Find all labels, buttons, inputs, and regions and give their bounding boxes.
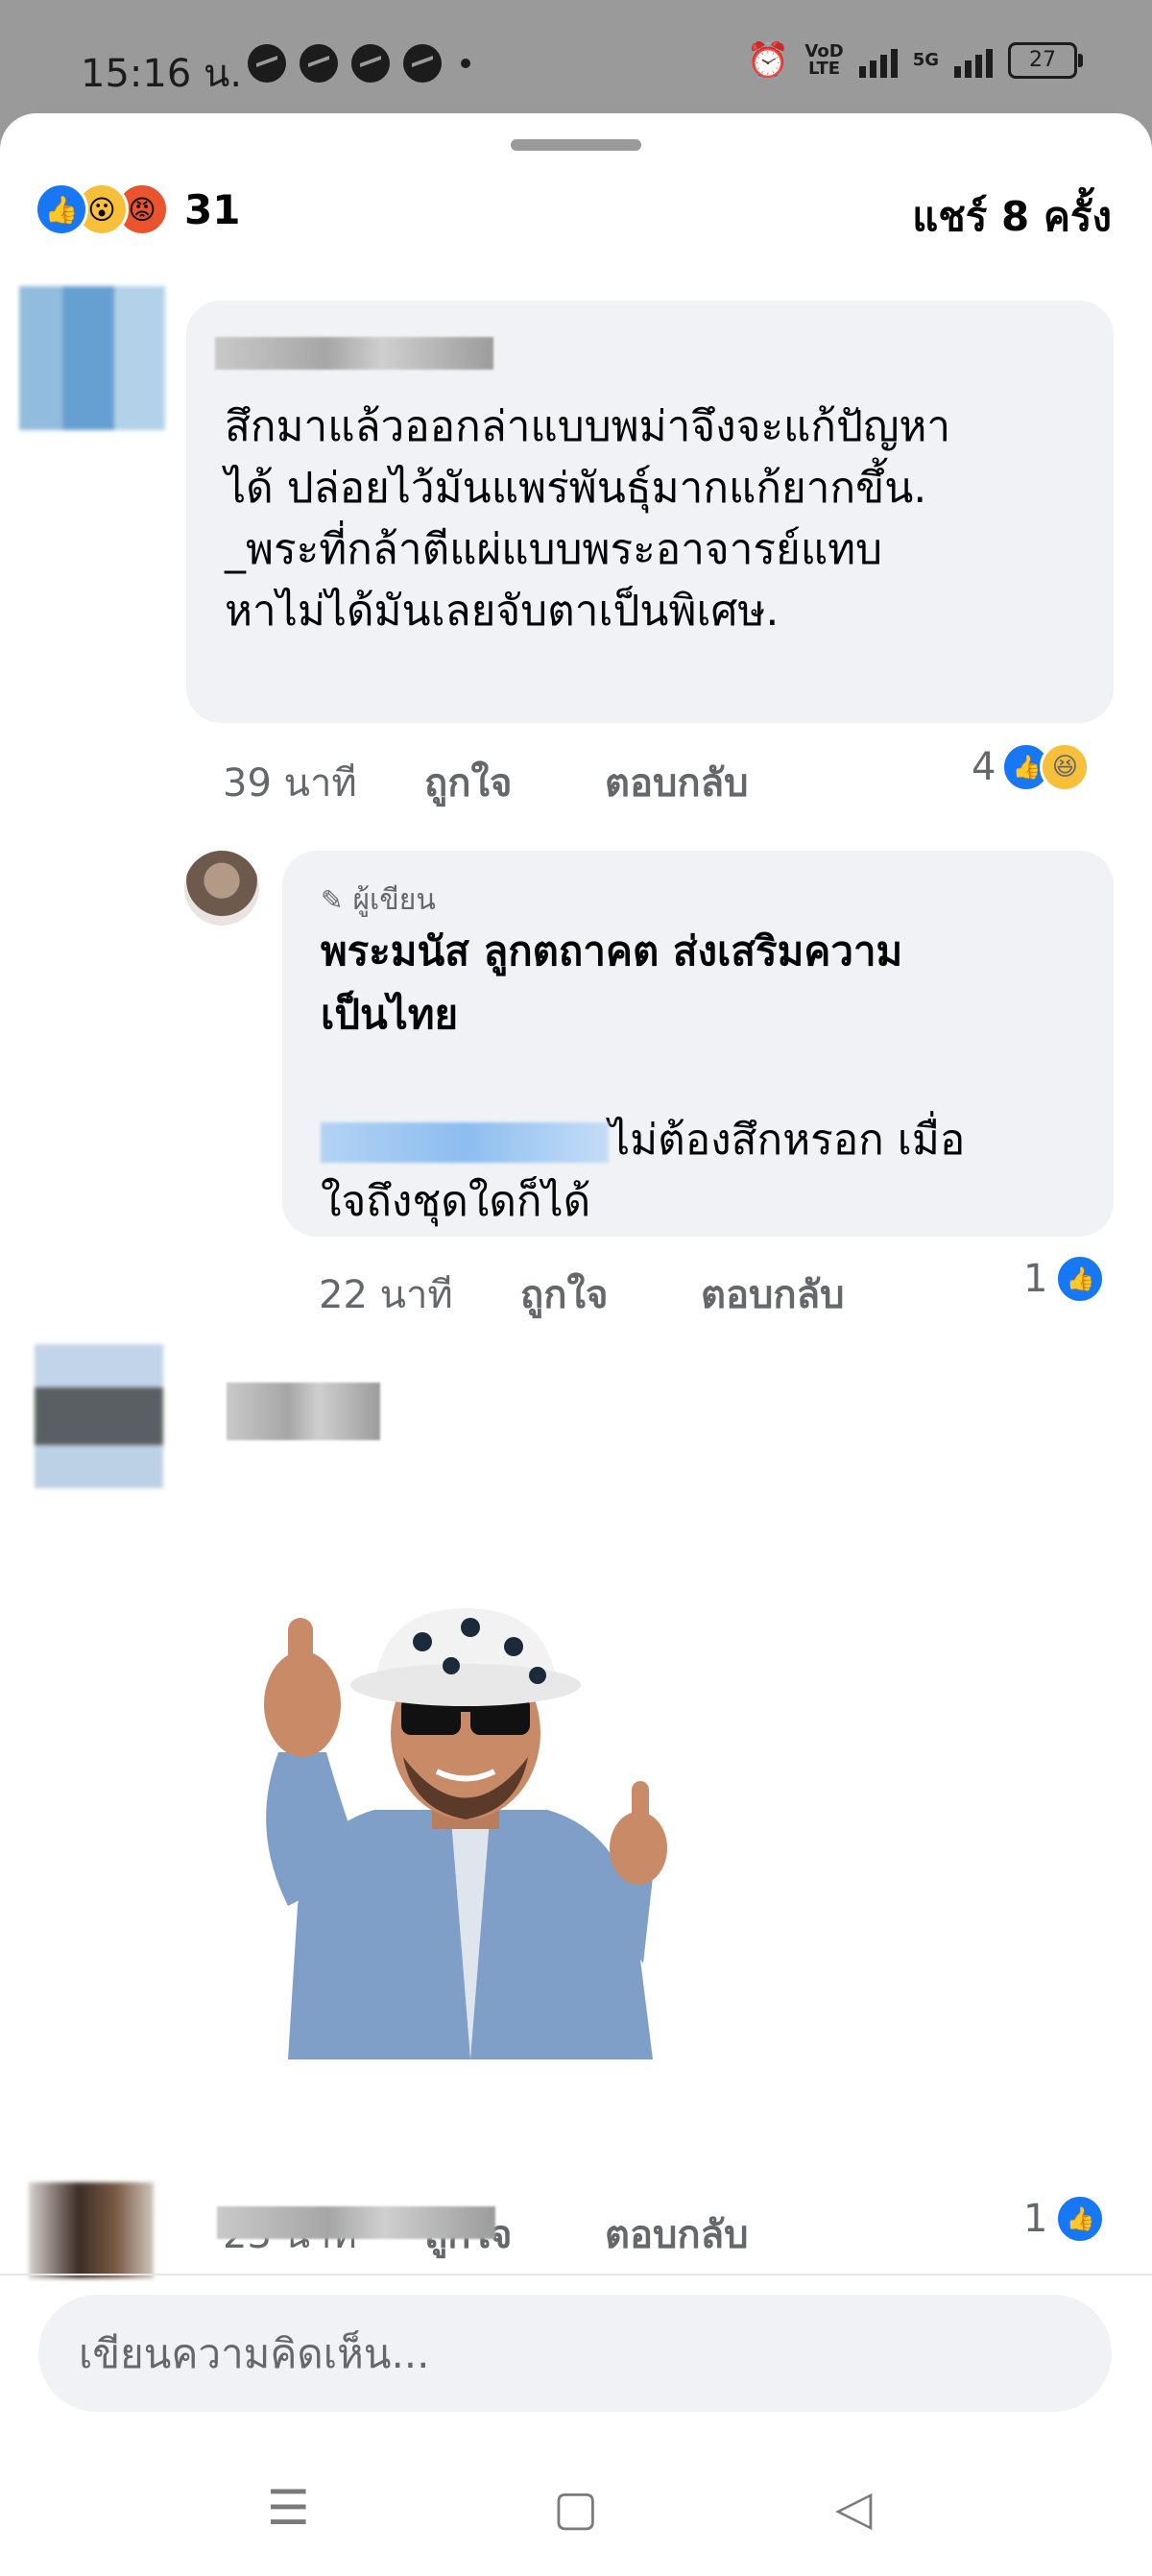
commenter-name[interactable]: พระมนัส ลูกตถาคต ส่งเสริมความ เป็นไทย bbox=[321, 920, 1089, 1047]
status-time: 15:16 น. bbox=[81, 52, 243, 96]
reaction-count: 1 bbox=[1023, 1257, 1048, 1301]
sticker-image[interactable] bbox=[230, 1589, 701, 2059]
comment-time: 22 นาที bbox=[319, 1273, 453, 1317]
comment-composer[interactable] bbox=[38, 2295, 1112, 2412]
5g-indicator: 5G bbox=[912, 50, 939, 70]
reply-actions: 22 นาที ถูกใจ ตอบกลับ bbox=[319, 1264, 845, 1325]
messenger-icon bbox=[351, 44, 390, 83]
messenger-icon bbox=[403, 44, 442, 83]
reaction-summary[interactable]: 👍 😮 😡 31 bbox=[35, 182, 240, 236]
comment-input[interactable] bbox=[38, 2295, 1112, 2412]
author-badge: ✎ ผู้เขียน bbox=[321, 878, 436, 923]
haha-icon: 😆 bbox=[1040, 742, 1091, 792]
reply-button[interactable]: ตอบกลับ bbox=[605, 2203, 749, 2265]
comment-text: สึกมาแล้วออกล่าแบบพม่าจึงจะแก้ปัญหา ได้ … bbox=[225, 402, 951, 636]
like-button[interactable]: ถูกใจ bbox=[520, 1264, 701, 1325]
volte-indicator: VoD LTE bbox=[804, 41, 844, 79]
mention-tag-blurred[interactable] bbox=[321, 1122, 609, 1163]
comments-sheet: 👍 😮 😡 31 แชร์ 8 ครั้ง สึกมาแล้วออกล่าแบบ… bbox=[0, 113, 1152, 2432]
alarm-icon: ⏰ bbox=[746, 41, 790, 81]
author-label: ผู้เขียน bbox=[352, 883, 436, 917]
reply-text-block: ไม่ต้องสึกหรอก เมื่อ ใจถึงชุดใดก็ได้ bbox=[321, 1048, 1089, 1233]
back-icon[interactable]: ◁ bbox=[835, 2480, 872, 2536]
home-icon[interactable]: ▢ bbox=[553, 2480, 598, 2536]
comment-reactions[interactable]: 4 👍 😆 bbox=[972, 742, 1091, 792]
comment-actions: 39 นาที ถูกใจ ตอบกลับ bbox=[223, 752, 749, 813]
avatar[interactable] bbox=[35, 1344, 163, 1488]
messenger-icon bbox=[300, 44, 338, 83]
reply-button[interactable]: ตอบกลับ bbox=[605, 752, 749, 813]
reply-button[interactable]: ตอบกลับ bbox=[701, 1264, 845, 1325]
share-count[interactable]: แชร์ 8 ครั้ง bbox=[912, 185, 1112, 249]
status-bar: 15:16 น. ⏰ VoD LTE 5G 27 bbox=[0, 0, 1152, 120]
comment-bubble: สึกมาแล้วออกล่าแบบพม่าจึงจะแก้ปัญหา ได้ … bbox=[186, 301, 1114, 723]
pencil-icon: ✎ bbox=[321, 884, 344, 916]
notification-icons bbox=[248, 44, 470, 83]
like-icon: 👍 bbox=[1055, 2194, 1106, 2244]
system-nav-bar: ☰ ▢ ◁ bbox=[0, 2432, 1152, 2576]
commenter-name-blurred[interactable] bbox=[227, 1383, 380, 1440]
like-button[interactable]: ถูกใจ bbox=[424, 752, 605, 813]
drag-handle[interactable] bbox=[511, 139, 641, 151]
like-icon: 👍 bbox=[35, 182, 88, 236]
system-indicators: ⏰ VoD LTE 5G 27 bbox=[746, 40, 1083, 81]
reaction-count: 31 bbox=[184, 185, 241, 233]
commenter-name-blurred[interactable] bbox=[217, 2206, 495, 2239]
avatar[interactable] bbox=[29, 2182, 154, 2278]
commenter-name-blurred[interactable] bbox=[215, 337, 493, 370]
comment-time: 39 นาที bbox=[223, 761, 357, 806]
battery-icon: 27 bbox=[1008, 42, 1083, 79]
reaction-count: 1 bbox=[1023, 2197, 1048, 2241]
comment-reactions[interactable]: 1 👍 bbox=[1023, 2194, 1106, 2244]
menu-icon[interactable]: ☰ bbox=[267, 2480, 310, 2536]
signal-icon bbox=[858, 43, 898, 78]
reply-reactions[interactable]: 1 👍 bbox=[1023, 1254, 1106, 1304]
reaction-count: 4 bbox=[972, 745, 996, 789]
avatar[interactable] bbox=[184, 851, 259, 926]
avatar[interactable] bbox=[19, 286, 165, 430]
messenger-icon bbox=[248, 44, 286, 83]
signal-icon-2 bbox=[954, 43, 993, 78]
reply-bubble: ✎ ผู้เขียน พระมนัส ลูกตถาคต ส่งเสริมความ… bbox=[282, 851, 1114, 1237]
like-icon: 👍 bbox=[1055, 1254, 1106, 1304]
more-notifications-dot bbox=[461, 59, 470, 68]
divider bbox=[0, 2274, 1152, 2275]
